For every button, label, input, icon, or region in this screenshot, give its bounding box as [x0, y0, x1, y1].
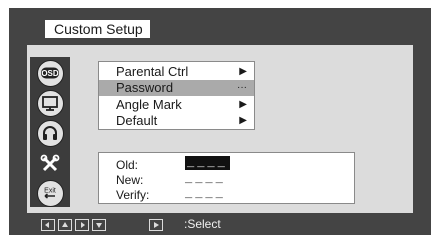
new-password-label: New: — [116, 173, 144, 187]
headphones-icon — [43, 126, 57, 140]
new-password-field[interactable]: ____ — [185, 172, 226, 186]
setup-menu: Parental Ctrl ▶ Password ··· Angle Mark … — [98, 61, 255, 130]
menu-item-parental-ctrl[interactable]: Parental Ctrl ▶ — [99, 64, 254, 80]
sidebar-item-exit[interactable]: Exit — [37, 180, 64, 207]
verify-password-label: Verify: — [116, 188, 150, 202]
sidebar-item-osd[interactable]: OSD — [37, 60, 64, 87]
chevron-right-icon: ▶ — [239, 99, 247, 110]
menu-item-angle-mark[interactable]: Angle Mark ▶ — [99, 97, 254, 113]
verify-password-field[interactable]: ____ — [185, 187, 226, 201]
up-key — [58, 219, 72, 231]
sidebar-item-audio[interactable] — [37, 120, 64, 147]
sidebar-item-display[interactable] — [37, 90, 64, 117]
up-arrow-icon — [62, 222, 68, 227]
old-password-label: Old: — [116, 158, 139, 172]
osd-panel: Custom Setup OSD Exit Parental Ctrl ▶ Pa… — [9, 8, 431, 235]
osd-icon: OSD — [41, 67, 59, 79]
left-arrow-icon — [45, 222, 49, 228]
right-arrow-icon — [81, 222, 85, 228]
menu-item-label: Password — [116, 80, 174, 95]
monitor-icon — [42, 96, 58, 111]
page-title: Custom Setup — [45, 20, 150, 38]
menu-item-default[interactable]: Default ▶ — [99, 113, 254, 129]
left-key — [41, 219, 55, 231]
sidebar-item-tools[interactable] — [37, 151, 64, 178]
menu-item-label: Angle Mark — [116, 97, 182, 112]
enter-key — [149, 219, 163, 231]
svg-text:Exit: Exit — [44, 188, 56, 195]
select-hint: :Select — [184, 217, 221, 231]
tools-icon — [40, 154, 60, 172]
chevron-right-icon: ▶ — [239, 66, 247, 77]
down-key — [92, 219, 106, 231]
osd-frame: Custom Setup OSD Exit Parental Ctrl ▶ Pa… — [9, 8, 431, 235]
right-key — [75, 219, 89, 231]
ellipsis-icon: ··· — [237, 82, 247, 93]
chevron-right-icon: ▶ — [239, 115, 247, 126]
exit-icon: Exit — [44, 188, 56, 199]
menu-item-password[interactable]: Password ··· — [99, 80, 254, 96]
menu-item-label: Parental Ctrl — [116, 64, 189, 79]
play-icon — [154, 222, 159, 228]
svg-text:OSD: OSD — [41, 69, 59, 78]
menu-item-label: Default — [116, 113, 158, 128]
old-password-field[interactable]: ____ — [185, 156, 230, 170]
down-arrow-icon — [96, 223, 102, 228]
password-panel: Old: ____ New: ____ Verify: ____ — [98, 152, 355, 204]
